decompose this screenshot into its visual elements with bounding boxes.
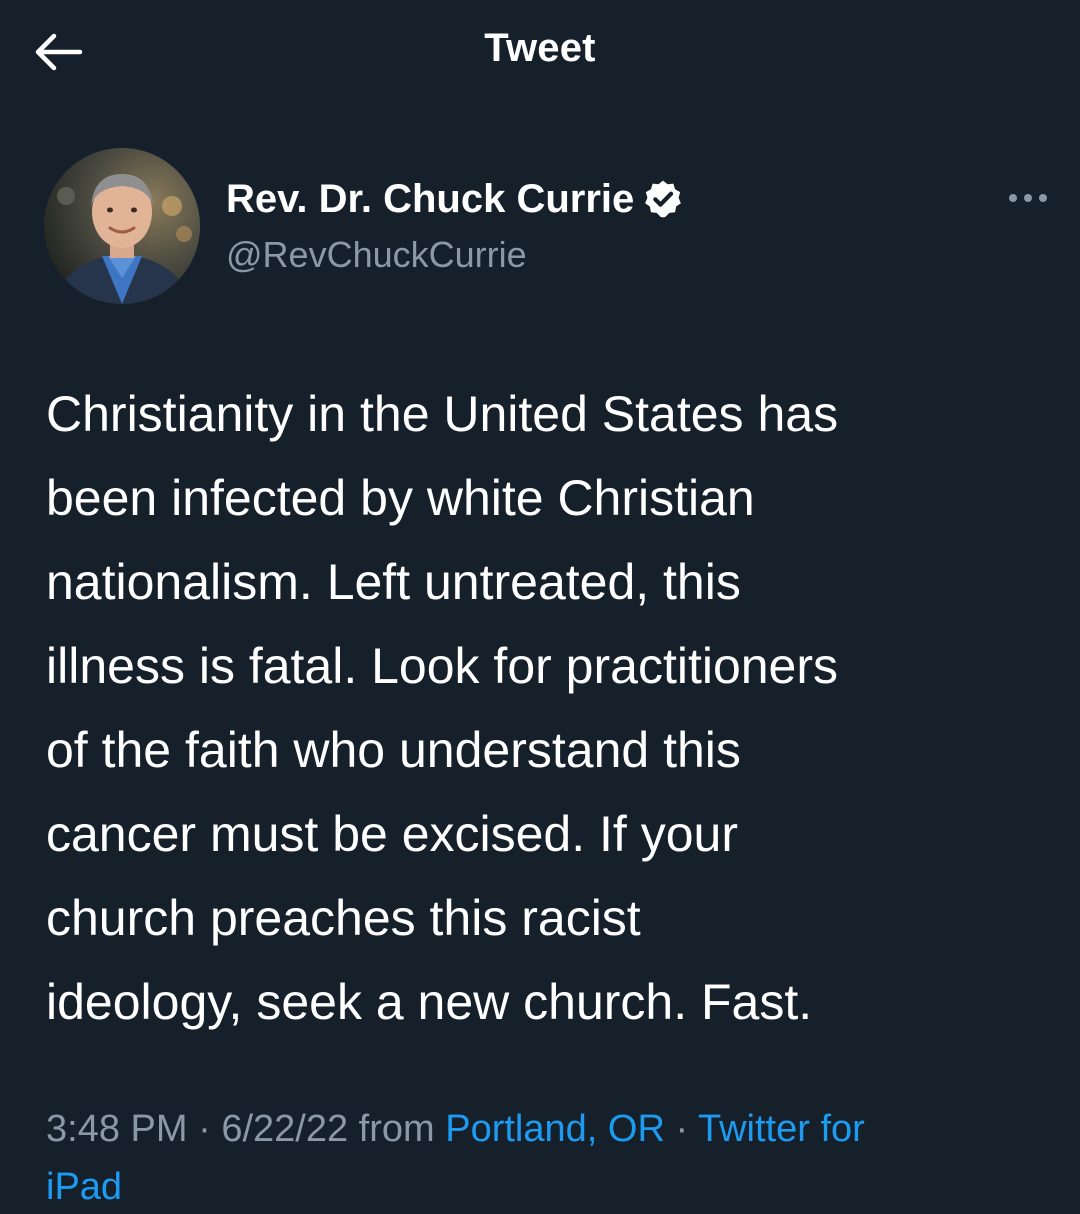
author-handle[interactable]: @RevChuckCurrie [226, 234, 527, 276]
tweet-text-line: cancer must be excised. If your [46, 806, 738, 862]
tweet-text-line: been infected by white Christian [46, 470, 755, 526]
author-name-row[interactable]: Rev. Dr. Chuck Currie [226, 174, 684, 224]
page-title: Tweet [484, 26, 596, 70]
meta-from-label: from [348, 1108, 446, 1150]
top-bar: Tweet [0, 0, 1080, 110]
meta-separator: · [187, 1108, 222, 1150]
meta-separator: · [664, 1108, 698, 1150]
tweet-date[interactable]: 6/22/22 [221, 1108, 348, 1150]
source-text-part2: iPad [46, 1166, 123, 1208]
location-link[interactable]: Portland, OR [445, 1108, 665, 1150]
avatar[interactable] [44, 148, 200, 304]
profile-photo [44, 148, 200, 304]
tweet-text-line: church preaches this racist [46, 890, 641, 946]
tweet-time[interactable]: 3:48 PM [46, 1108, 188, 1150]
author-display-name[interactable]: Rev. Dr. Chuck Currie [226, 177, 634, 222]
tweet-text-line: of the faith who understand this [46, 722, 741, 778]
more-options-button[interactable] [996, 178, 1060, 218]
tweet-text: Christianity in the United States has be… [46, 372, 1066, 1044]
source-text-part1: Twitter for [697, 1108, 865, 1150]
tweet-metadata: 3:48 PM · 6/22/22 from Portland, OR · Tw… [46, 1100, 1056, 1214]
tweet-text-line: illness is fatal. Look for practitioners [46, 638, 839, 694]
more-horizontal-icon [1009, 194, 1047, 202]
verified-badge-icon [645, 180, 682, 218]
tweet-text-line: ideology, seek a new church. Fast. [46, 974, 813, 1030]
tweet-text-line: Christianity in the United States has [46, 386, 839, 442]
tweet-text-line: nationalism. Left untreated, this [46, 554, 741, 610]
